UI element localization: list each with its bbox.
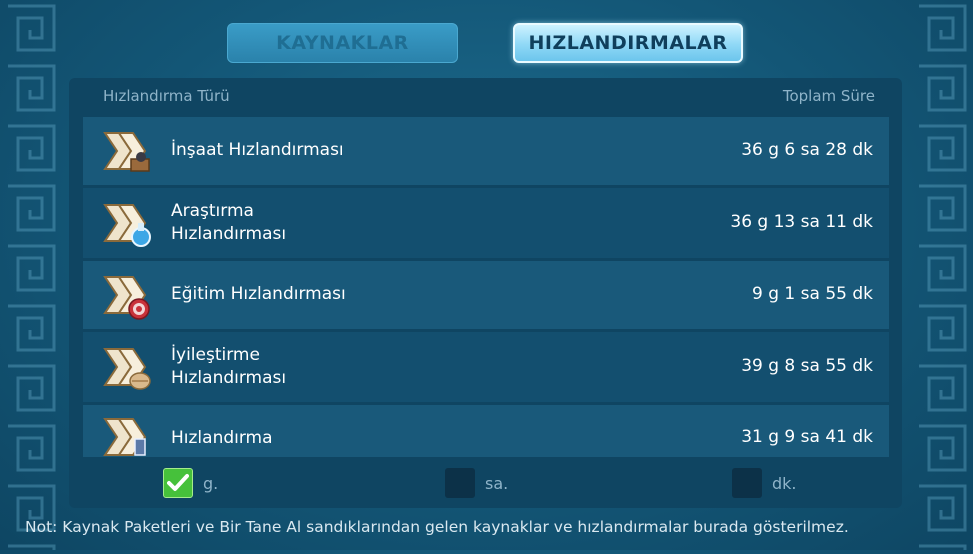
minutes-checkbox[interactable] xyxy=(732,468,762,498)
row-total: 36 g 13 sa 11 dk xyxy=(730,212,873,232)
column-header-total: Toplam Süre xyxy=(782,87,875,105)
unit-days-option[interactable]: g. xyxy=(163,467,218,499)
unit-minutes-option[interactable]: dk. xyxy=(732,467,797,499)
row-total: 39 g 8 sa 55 dk xyxy=(741,356,873,376)
row-name-line1: Araştırma xyxy=(171,201,254,221)
right-meander-border xyxy=(911,0,973,550)
training-speedup-icon xyxy=(103,276,150,320)
table-row: İyileştirme Hızlandırması 39 g 8 sa 55 d… xyxy=(83,332,889,402)
table-row: Araştırma Hızlandırması 36 g 13 sa 11 dk xyxy=(83,188,889,258)
row-name: Eğitim Hızlandırması xyxy=(171,284,346,304)
row-name-line2: Hızlandırması xyxy=(171,224,287,244)
days-label: g. xyxy=(203,473,219,493)
tab-speedups[interactable]: HIZLANDIRMALAR xyxy=(513,23,743,63)
row-name-line2: Hızlandırması xyxy=(171,368,287,388)
row-name: Hızlandırma xyxy=(171,428,273,448)
universal-speedup-icon xyxy=(103,418,147,456)
research-speedup-icon xyxy=(103,204,151,247)
table-row: Eğitim Hızlandırması 9 g 1 sa 55 dk xyxy=(83,261,889,329)
row-total: 9 g 1 sa 55 dk xyxy=(752,284,873,304)
unit-hours-option[interactable]: sa. xyxy=(445,467,508,499)
column-header-type: Hızlandırma Türü xyxy=(103,87,230,105)
construction-speedup-icon xyxy=(103,132,150,172)
tab-resources[interactable]: KAYNAKLAR xyxy=(227,23,458,63)
row-total: 36 g 6 sa 28 dk xyxy=(741,140,873,160)
days-checkbox[interactable] xyxy=(163,468,193,498)
left-meander-border xyxy=(0,0,62,550)
minutes-label: dk. xyxy=(772,473,797,493)
hours-label: sa. xyxy=(485,473,509,493)
checkmark-icon xyxy=(167,474,189,491)
healing-speedup-icon xyxy=(103,348,151,390)
table-row: İnşaat Hızlandırması 36 g 6 sa 28 dk xyxy=(83,117,889,185)
row-name: Araştırma Hızlandırması xyxy=(171,200,286,246)
footer-note: Not: Kaynak Paketleri ve Bir Tane Al san… xyxy=(25,518,849,536)
table-row: Hızlandırma 31 g 9 sa 41 dk xyxy=(83,405,889,457)
row-name: İnşaat Hızlandırması xyxy=(171,140,344,160)
row-total: 31 g 9 sa 41 dk xyxy=(741,427,873,447)
row-name: İyileştirme Hızlandırması xyxy=(171,344,286,390)
row-name-line1: İyileştirme xyxy=(171,345,260,365)
hours-checkbox[interactable] xyxy=(445,468,475,498)
